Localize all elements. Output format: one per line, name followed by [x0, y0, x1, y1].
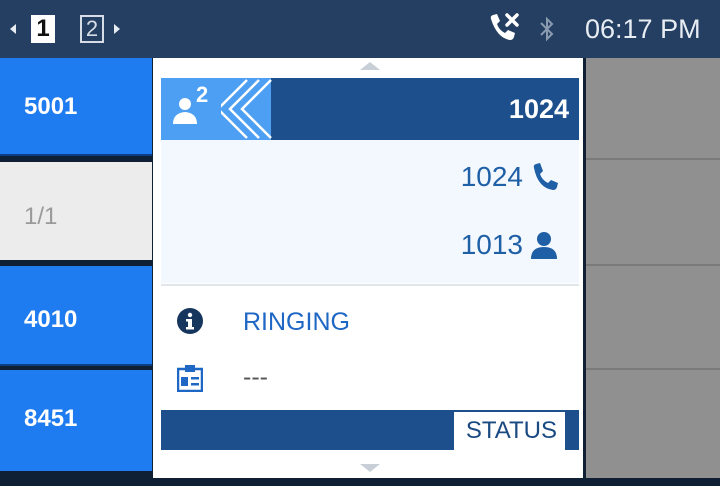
- page-indicator-2[interactable]: 2: [80, 15, 104, 43]
- call-header-number: 1024: [508, 94, 569, 124]
- phone-icon: [533, 162, 558, 190]
- call-status-text: RINGING: [243, 308, 350, 336]
- line-key-4010[interactable]: 4010: [0, 266, 152, 366]
- call-detail-text: ---: [243, 363, 268, 391]
- clock: 06:17 PM: [585, 14, 701, 44]
- missed-call-icon: [490, 13, 519, 40]
- status-softkey[interactable]: STATUS: [453, 412, 565, 450]
- page-right-arrow-icon[interactable]: [114, 24, 120, 34]
- scroll-down-arrow-icon[interactable]: [360, 464, 380, 472]
- info-icon: [177, 308, 203, 334]
- divider: [161, 284, 579, 286]
- bluetooth-icon: [540, 16, 554, 42]
- line-key-page[interactable]: 1/1: [0, 162, 152, 260]
- page-left-arrow-icon[interactable]: [10, 24, 16, 34]
- divider: [586, 264, 720, 266]
- call-panel: 2 1024 1024 1013 RINGING --- STATUS: [153, 58, 583, 478]
- conference-count: 2: [196, 82, 209, 107]
- person-icon: [531, 231, 557, 259]
- participant-number: 1013: [460, 228, 523, 260]
- call-header: 2 1024: [161, 78, 579, 140]
- participant-1024[interactable]: 1024: [461, 158, 559, 192]
- divider: [586, 368, 720, 370]
- softkey-bar: STATUS: [161, 410, 579, 450]
- page-indicator-1[interactable]: 1: [31, 15, 55, 43]
- bottom-strip: [0, 478, 720, 486]
- divider: [586, 158, 720, 160]
- participant-1013[interactable]: 1013: [461, 226, 559, 260]
- line-key-5001[interactable]: 5001: [0, 58, 152, 156]
- id-badge-icon: [177, 365, 203, 392]
- conference-call-card[interactable]: 2 1024 1024 1013: [161, 78, 579, 283]
- status-bar: 1 2 06:17 PM: [0, 0, 720, 58]
- scroll-up-arrow-icon[interactable]: [360, 62, 380, 70]
- chevrons-icon: [221, 78, 272, 140]
- line-key-8451[interactable]: 8451: [0, 370, 152, 471]
- participant-number: 1024: [460, 160, 523, 192]
- right-panel: [586, 58, 720, 478]
